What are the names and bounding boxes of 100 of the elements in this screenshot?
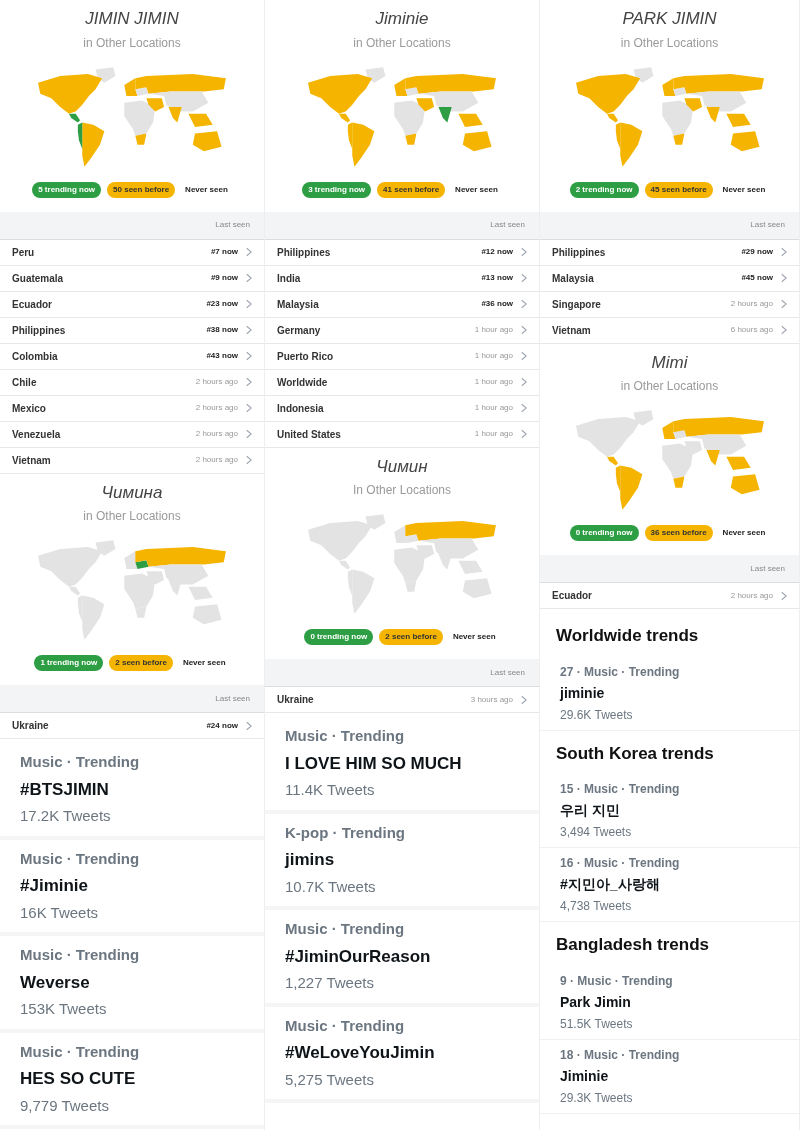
last-seen-value: 1 hour ago [474,428,513,440]
seen-count-badge: 2 seen before [379,629,443,645]
location-name: Puerto Rico [277,349,335,364]
last-seen-value: #24 now [206,719,238,732]
seen-count-badge: 2 seen before [109,655,173,671]
section-title: Jiminie [375,8,429,30]
tweet-count: 17.2K Tweets [20,806,112,826]
trend-name: 우리 지민 [560,801,621,820]
trends-heading: Bangladesh trends [555,934,711,956]
trend-category: 15 · Music · Trending [560,781,681,798]
section-subtitle: in Other Locations [620,378,719,395]
column-header: Last seen [490,219,525,231]
seen-count-badge: 41 seen before [377,181,446,198]
tweet-count: 11.4K Tweets [285,780,376,800]
tweet-count: 9,779 Tweets [20,1095,110,1116]
tweet-count: 10.7K Tweets [285,876,377,897]
last-seen-value: #36 now [481,298,513,310]
last-seen-value: #45 now [741,272,773,284]
trend-name: #Jiminie [20,875,90,897]
location-name: Chile [12,375,38,390]
trend-name: jiminie [560,683,606,703]
legend-label: Never seen [181,657,227,669]
last-seen-value: #43 now [206,350,238,362]
last-seen-value: #38 now [206,324,238,336]
chevron-right-icon [781,299,787,309]
column-header: Last seen [215,219,250,231]
trend-name: Jiminie [560,1066,610,1086]
trend-category: Music · Trending [285,919,406,939]
legend-label: Never seen [184,183,229,196]
tweet-count: 29.3K Tweets [560,1089,634,1107]
location-name: United States [277,427,342,442]
trend-category: Music · Trending [20,848,141,869]
location-name: Vietnam [12,453,52,468]
section-title: Чимин [376,455,428,478]
seen-count-badge: 36 seen before [644,525,713,541]
trend-item[interactable]: 15 · Music · Trending 우리 지민 3,494 Tweets [540,774,799,848]
trend-category: Music · Trending [20,1041,141,1062]
chevron-right-icon [246,455,252,465]
location-name: Singapore [552,297,602,312]
last-seen-value: 6 hours ago [730,324,773,336]
chevron-right-icon [246,299,252,309]
location-name: Colombia [12,349,59,364]
tweet-count: 51.5K Tweets [560,1015,634,1033]
last-seen-value: 1 hour ago [474,402,513,414]
location-name: Philippines [552,245,607,260]
chevron-right-icon [246,377,252,387]
section-title: Чимина [101,481,163,504]
last-seen-value: 1 hour ago [474,350,513,362]
last-seen-value: #29 now [741,246,773,258]
location-name: Venezuela [12,427,62,442]
trending-count-badge: 1 trending now [34,655,104,671]
column-header: Last seen [490,666,525,679]
tweet-count: 1,227 Tweets [285,973,375,993]
column-header: Last seen [215,692,250,705]
tweet-count: 4,738 Tweets [560,898,633,915]
location-name: Guatemala [12,271,65,286]
chevron-right-icon [521,377,527,387]
last-seen-value: 1 hour ago [474,376,513,388]
tweet-count: 5,275 Tweets [285,1069,375,1090]
last-seen-value: 2 hours ago [195,454,238,466]
tweet-count: 29.6K Tweets [560,706,634,724]
tweet-count: 153K Tweets [20,999,108,1019]
legend-label: Never seen [721,527,767,539]
trend-item[interactable]: 18 · Music · Trending Jiminie 29.3K Tweets [540,1039,799,1114]
location-name: Malaysia [277,297,320,312]
trending-count-badge: 3 trending now [302,181,372,198]
trend-item[interactable]: 9 · Music · Trending Park Jimin 51.5K Tweets [540,965,799,1040]
chevron-right-icon [246,273,252,283]
trending-count-badge: 5 trending now [32,181,102,198]
chevron-right-icon [246,429,252,439]
trend-category: Music · Trending [20,945,141,965]
trend-category: Music · Trending [20,752,141,772]
trend-item[interactable]: 27 · Music · Trending jiminie 29.6K Tweets [540,656,799,731]
chevron-right-icon [781,590,787,601]
trending-count-badge: 0 trending now [569,525,639,541]
chevron-right-icon [781,325,787,335]
chevron-right-icon [521,351,527,361]
chevron-right-icon [521,429,527,439]
last-seen-value: #13 now [481,272,513,284]
section-subtitle: in Other Locations [353,34,451,52]
trend-item[interactable]: 16 · Music · Trending #지민아_사랑해 4,738 Tweets [540,848,799,922]
column-header: Last seen [750,562,785,575]
trend-category: 27 · Music · Trending [560,663,681,681]
location-name: Peru [12,245,36,260]
trend-category: Music · Trending [285,1015,406,1036]
trending-count-badge: 2 trending now [569,181,639,198]
chevron-right-icon [521,325,527,335]
location-name: Vietnam [552,323,592,338]
last-seen-value: #12 now [481,246,513,258]
trend-name: Weverse [20,971,91,994]
trend-category: 9 · Music · Trending [560,972,674,990]
tweet-count: 16K Tweets [20,902,100,923]
trend-name: Park Jimin [560,992,632,1012]
section-title: JIMIN JIMIN [85,8,179,30]
chevron-right-icon [246,325,252,335]
section-subtitle: in Other Locations [83,34,181,52]
trending-count-badge: 0 trending now [304,629,374,645]
chevron-right-icon [246,720,252,731]
last-seen-value: #9 now [210,272,238,284]
chevron-right-icon [521,247,527,257]
